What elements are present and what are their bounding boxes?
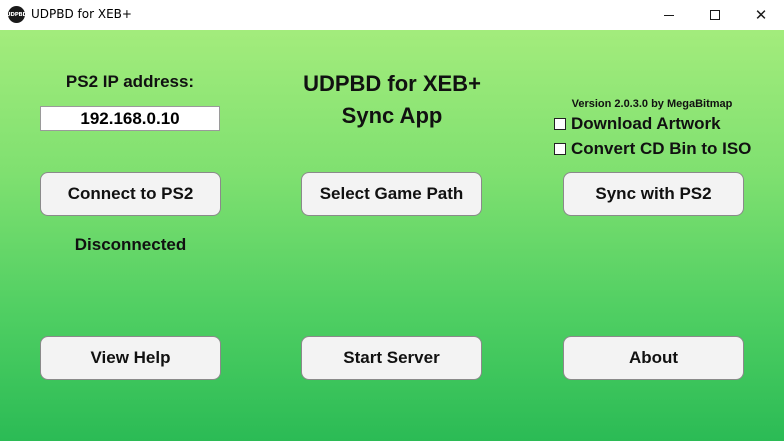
minimize-icon [664,14,674,16]
maximize-icon [710,10,720,20]
app-title-line1: UDPBD for XEB+ [303,71,481,96]
download-artwork-option[interactable]: Download Artwork [554,114,721,134]
version-label: Version 2.0.3.0 by MegaBitmap [571,98,733,110]
ip-address-label: PS2 IP address: [65,72,195,91]
ip-address-input[interactable] [40,106,220,131]
minimize-button[interactable] [646,0,692,30]
window-title: UDPBD for XEB+ [31,7,132,21]
app-title: UDPBD for XEB+ Sync App [270,68,514,132]
convert-cd-label: Convert CD Bin to ISO [571,139,752,158]
maximize-button[interactable] [692,0,738,30]
select-game-path-button[interactable]: Select Game Path [301,172,482,216]
app-window: UDPBD UDPBD for XEB+ ✕ PS2 IP address: U… [0,0,784,441]
download-artwork-label: Download Artwork [571,114,721,133]
connection-status: Disconnected [74,235,187,254]
connect-button[interactable]: Connect to PS2 [40,172,221,216]
start-server-button[interactable]: Start Server [301,336,482,380]
close-icon: ✕ [754,5,768,24]
app-title-line2: Sync App [341,103,443,128]
about-button[interactable]: About [563,336,744,380]
convert-cd-option[interactable]: Convert CD Bin to ISO [554,139,751,159]
close-button[interactable]: ✕ [738,0,784,30]
main-panel: PS2 IP address: UDPBD for XEB+ Sync App … [0,30,784,441]
app-logo-icon: UDPBD [6,6,27,23]
convert-cd-checkbox[interactable] [554,143,566,155]
sync-button[interactable]: Sync with PS2 [563,172,744,216]
title-bar: UDPBD UDPBD for XEB+ ✕ [0,0,784,30]
view-help-button[interactable]: View Help [40,336,221,380]
download-artwork-checkbox[interactable] [554,118,566,130]
